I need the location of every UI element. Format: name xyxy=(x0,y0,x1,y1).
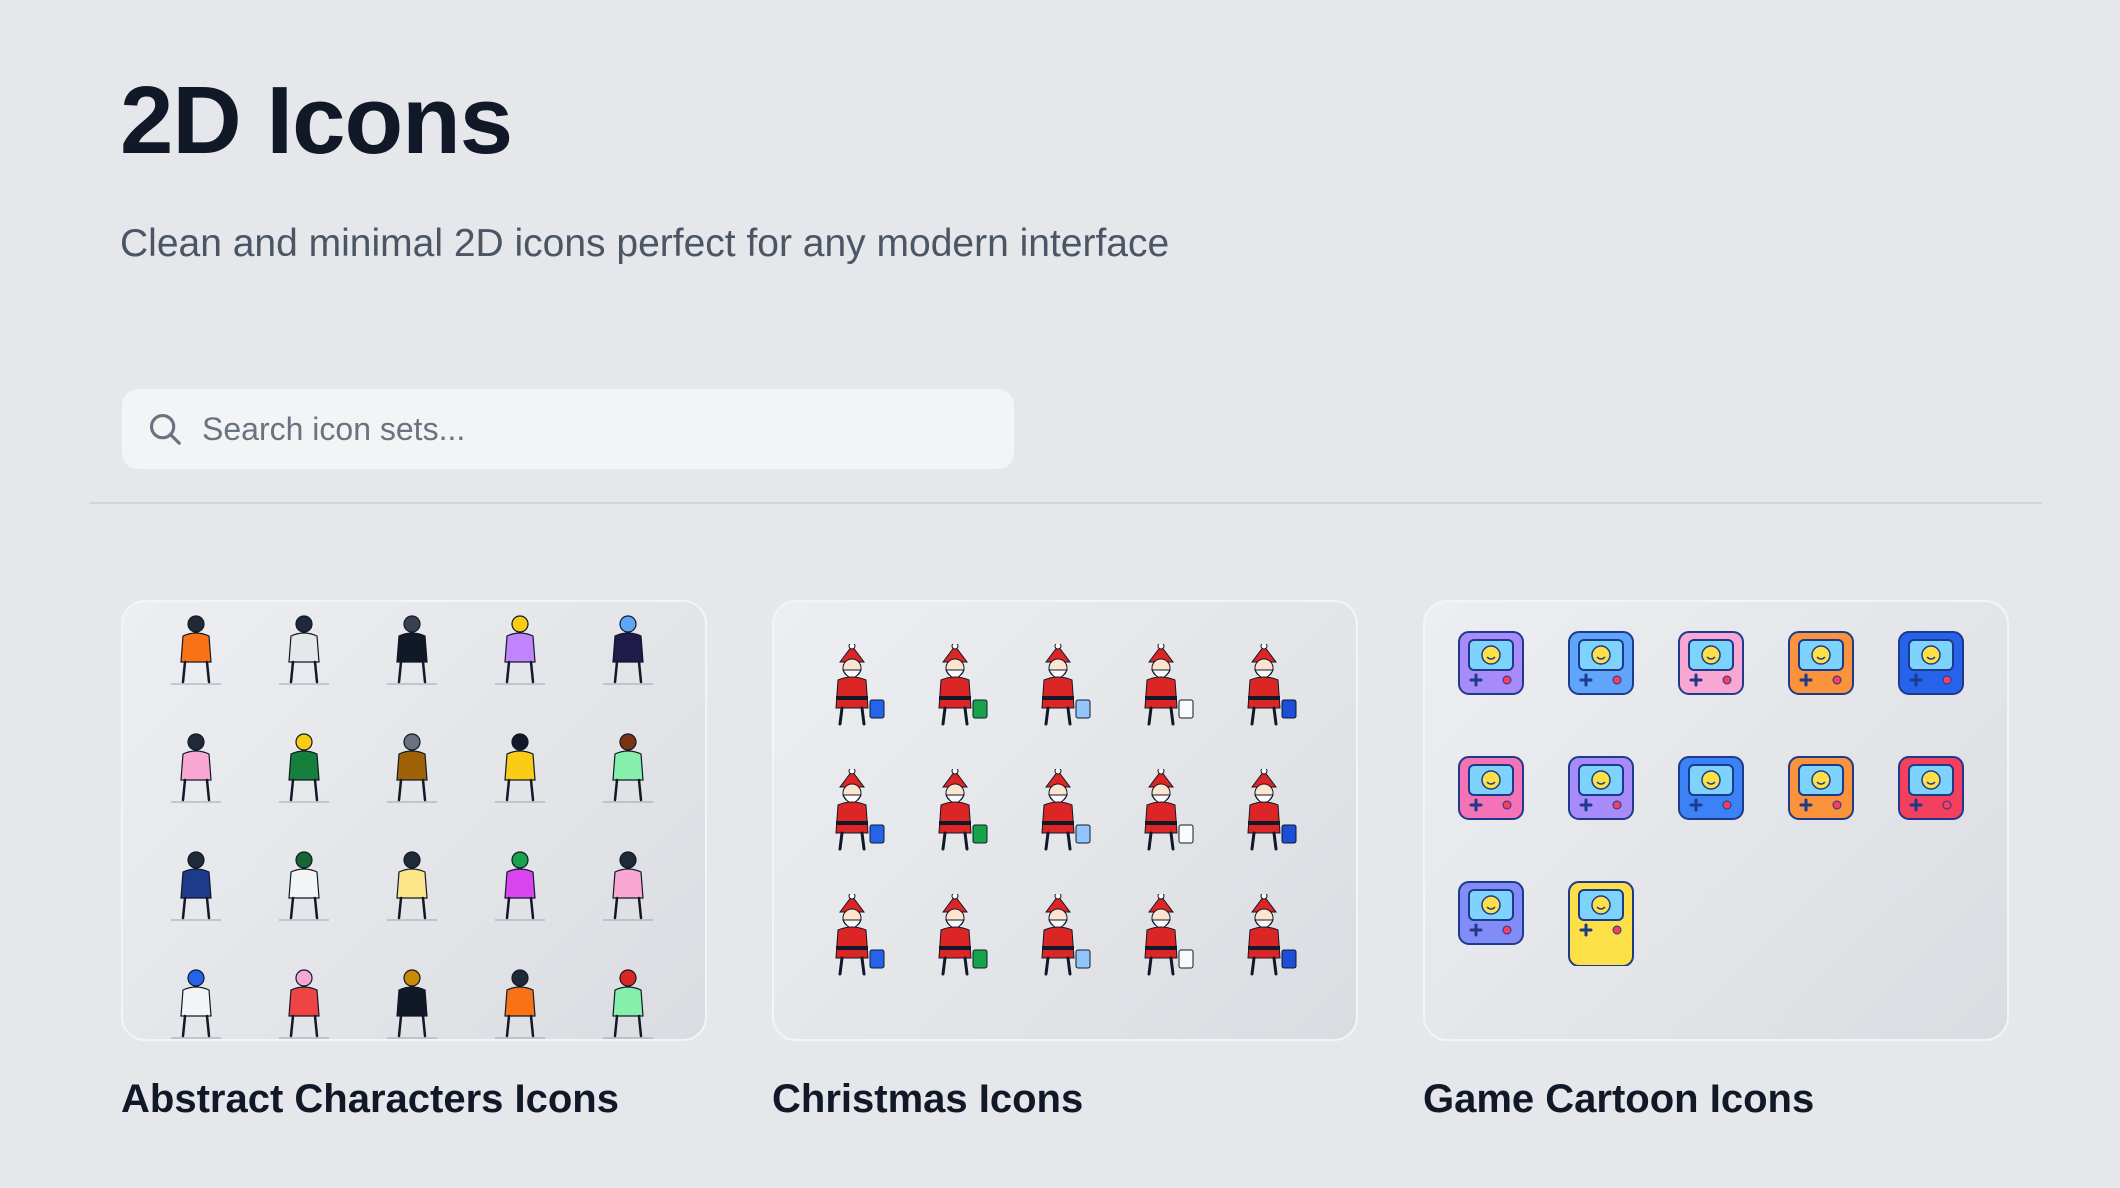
game-console-icon xyxy=(1561,874,1641,966)
icon-set-title[interactable]: Abstract Characters Icons xyxy=(121,1077,707,1122)
character-icon xyxy=(593,964,663,1039)
character-icon xyxy=(161,846,231,924)
santa-icon xyxy=(1022,894,1096,978)
santa-icon xyxy=(1228,769,1302,853)
character-icon xyxy=(161,964,231,1039)
santa-icon xyxy=(1228,894,1302,978)
character-icon xyxy=(161,728,231,806)
game-console-icon xyxy=(1451,874,1531,966)
page-subtitle: Clean and minimal 2D icons perfect for a… xyxy=(120,222,1170,265)
game-console-icon xyxy=(1671,749,1751,841)
character-icon xyxy=(269,728,339,806)
divider xyxy=(89,502,2042,504)
icon-set-title[interactable]: Game Cartoon Icons xyxy=(1423,1077,2009,1122)
game-console-icon xyxy=(1781,624,1861,716)
character-icon xyxy=(593,846,663,924)
santa-icon xyxy=(1125,644,1199,728)
icon-set-thumbnail[interactable] xyxy=(772,600,1358,1041)
game-console-icon xyxy=(1451,624,1531,716)
character-icon xyxy=(485,964,555,1039)
santa-icon xyxy=(816,769,890,853)
game-console-icon xyxy=(1451,749,1531,841)
santa-icon xyxy=(1228,644,1302,728)
character-icon xyxy=(485,846,555,924)
page-title: 2D Icons xyxy=(120,67,513,174)
santa-icon xyxy=(1022,769,1096,853)
santa-icon xyxy=(816,894,890,978)
search-bar[interactable] xyxy=(122,389,1014,469)
santa-icon xyxy=(1125,894,1199,978)
game-console-icon xyxy=(1561,749,1641,841)
character-icon xyxy=(269,846,339,924)
character-icon xyxy=(593,610,663,688)
character-icon xyxy=(485,610,555,688)
game-console-icon xyxy=(1671,624,1751,716)
game-console-icon xyxy=(1891,749,1971,841)
santa-icon xyxy=(1022,644,1096,728)
character-icon xyxy=(377,728,447,806)
game-console-icon xyxy=(1781,749,1861,841)
character-icon xyxy=(485,728,555,806)
search-icon xyxy=(149,413,181,445)
santa-icon xyxy=(816,644,890,728)
character-icon xyxy=(377,610,447,688)
santa-icon xyxy=(1125,769,1199,853)
search-input[interactable] xyxy=(202,389,992,469)
character-icon xyxy=(593,728,663,806)
santa-icon xyxy=(919,894,993,978)
character-icon xyxy=(377,964,447,1039)
icon-set-thumbnail[interactable] xyxy=(121,600,707,1041)
icon-set-card-game-cartoon[interactable]: Game Cartoon Icons xyxy=(1423,600,2009,1122)
icon-set-title[interactable]: Christmas Icons xyxy=(772,1077,1358,1122)
page-header: 2D Icons xyxy=(120,66,513,176)
santa-icon xyxy=(919,769,993,853)
icon-set-thumbnail[interactable] xyxy=(1423,600,2009,1041)
game-console-icon xyxy=(1561,624,1641,716)
icon-set-card-christmas[interactable]: Christmas Icons xyxy=(772,600,1358,1122)
character-icon xyxy=(377,846,447,924)
character-icon xyxy=(269,610,339,688)
icon-set-card-abstract-characters[interactable]: Abstract Characters Icons xyxy=(121,600,707,1122)
character-icon xyxy=(161,610,231,688)
character-icon xyxy=(269,964,339,1039)
game-console-icon xyxy=(1891,624,1971,716)
santa-icon xyxy=(919,644,993,728)
